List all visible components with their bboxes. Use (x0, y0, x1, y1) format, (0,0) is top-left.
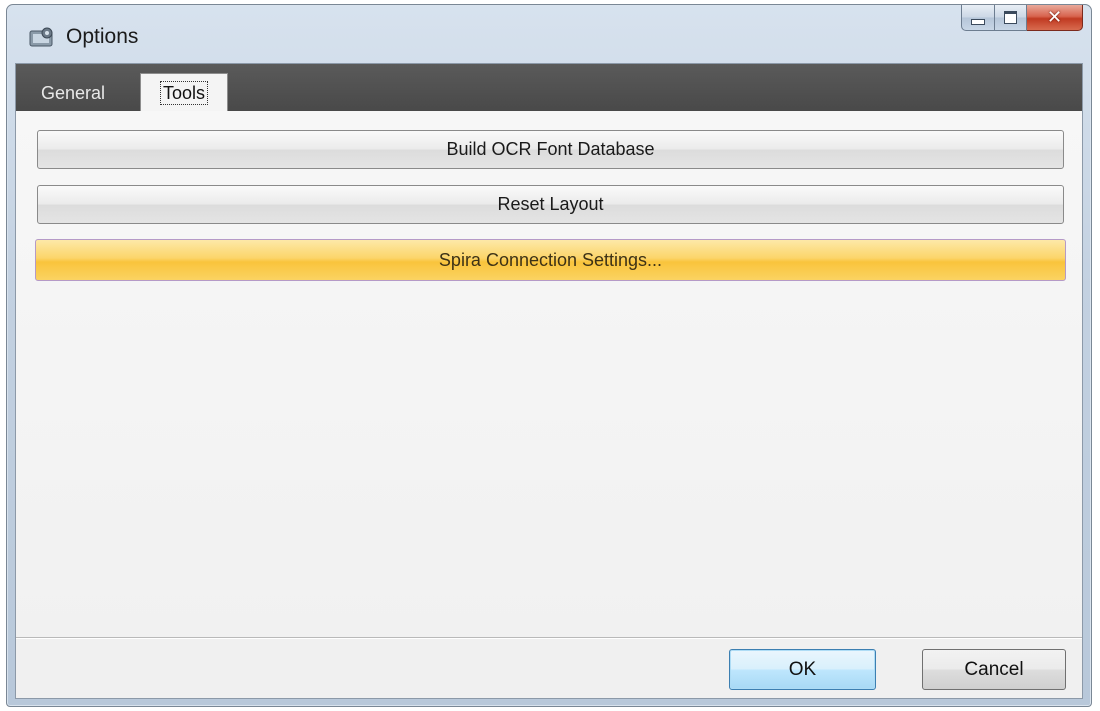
options-dialog: Options ✕ General Tools Build OCR Font D… (6, 4, 1092, 707)
caption-buttons: ✕ (961, 5, 1083, 31)
window-title: Options (66, 25, 139, 48)
minimize-icon (971, 18, 985, 25)
reset-layout-button[interactable]: Reset Layout (37, 185, 1064, 224)
ok-button[interactable]: OK (729, 649, 876, 690)
minimize-button[interactable] (961, 5, 995, 31)
tools-tab-panel: Build OCR Font Database Reset Layout Spi… (16, 111, 1082, 637)
app-settings-icon (29, 27, 55, 49)
tab-strip: General Tools (16, 64, 1082, 112)
close-icon: ✕ (1046, 7, 1063, 28)
tab-tools-label: Tools (159, 80, 209, 105)
close-button[interactable]: ✕ (1027, 5, 1083, 31)
build-ocr-font-database-button[interactable]: Build OCR Font Database (37, 130, 1064, 169)
title-bar[interactable]: Options ✕ (7, 5, 1091, 63)
spira-connection-settings-button[interactable]: Spira Connection Settings... (35, 239, 1066, 281)
tab-general[interactable]: General (28, 76, 118, 111)
footer-divider (16, 637, 1082, 638)
cancel-button[interactable]: Cancel (922, 649, 1066, 690)
maximize-icon (1004, 11, 1017, 24)
tab-tools[interactable]: Tools (140, 73, 228, 111)
maximize-button[interactable] (995, 5, 1027, 31)
dialog-client-area: General Tools Build OCR Font Database Re… (15, 63, 1083, 699)
dialog-footer: OK Cancel (16, 639, 1082, 698)
